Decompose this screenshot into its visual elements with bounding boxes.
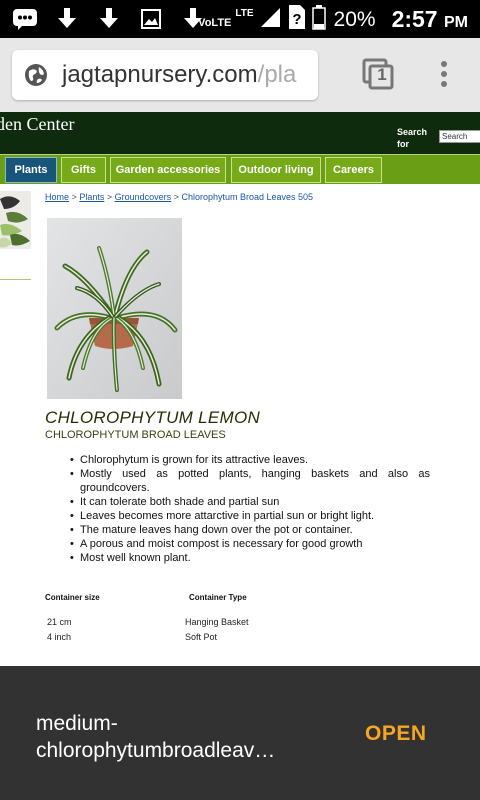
table-cell: 21 cm <box>47 617 72 627</box>
breadcrumb-plants[interactable]: Plants <box>79 192 104 202</box>
list-item: The mature leaves hang down over the pot… <box>70 523 430 537</box>
table-cell: 4 inch <box>47 632 72 642</box>
list-item: Most well known plant. <box>70 551 430 565</box>
status-bar: VoLTE LTE ? 20% 2:57 PM <box>0 0 480 38</box>
download-filename: medium-chlorophytumbroadleav… <box>36 712 276 762</box>
breadcrumb-groundcovers[interactable]: Groundcovers <box>115 192 172 202</box>
image-icon <box>138 6 164 32</box>
search-label-line-1: Search <box>397 127 428 137</box>
globe-icon <box>25 64 47 86</box>
site-brand[interactable]: den Center <box>0 114 74 135</box>
nav-item-outdoor-living[interactable]: Outdoor living <box>231 157 321 183</box>
sidebar-divider <box>0 279 31 280</box>
tab-count: 1 <box>377 65 387 84</box>
volte-label: VoLTE <box>198 17 232 29</box>
product-subtitle: CHLOROPHYTUM BROAD LEAVES <box>45 429 226 441</box>
battery-percentage: 20% <box>333 7 376 31</box>
url-text: jagtapnursery.com/pla <box>62 61 296 89</box>
search-label-line-2: for <box>397 139 409 149</box>
svg-text:?: ? <box>292 11 301 28</box>
nav-item-careers[interactable]: Careers <box>325 157 382 183</box>
main-nav: Plants Gifts Garden accessories Outdoor … <box>0 154 480 184</box>
list-item: A porous and moist compost is necessary … <box>70 537 430 551</box>
list-item: Mostly used as potted plants, hanging ba… <box>70 467 430 495</box>
download-icon <box>96 6 122 32</box>
chat-icon <box>12 6 38 32</box>
table-cell: Soft Pot <box>185 632 218 642</box>
list-item: Chlorophytum is grown for its attractive… <box>70 453 430 467</box>
breadcrumb-separator: > <box>173 192 179 202</box>
browser-toolbar: jagtapnursery.com/pla 1 <box>0 38 480 112</box>
breadcrumb: Home > Plants > Groundcovers > Chlorophy… <box>45 192 313 202</box>
download-icon <box>54 6 80 32</box>
product-features: Chlorophytum is grown for its attractive… <box>70 453 430 565</box>
download-snackbar: medium-chlorophytumbroadleav… OPEN <box>0 666 480 800</box>
product-image[interactable] <box>47 218 182 399</box>
url-bar[interactable]: jagtapnursery.com/pla <box>12 50 318 100</box>
battery-icon <box>311 4 326 35</box>
table-header-container-size: Container size <box>45 593 100 602</box>
product-title: CHLOROPHYTUM LEMON <box>45 408 261 427</box>
table-header-container-type: Container Type <box>189 593 247 602</box>
nav-item-plants[interactable]: Plants <box>5 157 57 183</box>
open-button[interactable]: OPEN <box>365 722 427 746</box>
unknown-sim-icon: ? <box>288 4 306 35</box>
breadcrumb-separator: > <box>71 192 77 202</box>
breadcrumb-current: Chlorophytum Broad Leaves 505 <box>181 192 314 202</box>
search-input[interactable]: Search <box>439 130 480 143</box>
clock: 2:57 PM <box>392 6 468 33</box>
list-item: Leaves becomes more attarctive in partia… <box>70 509 430 523</box>
signal-icon <box>260 5 282 34</box>
url-path: /pla <box>257 61 297 88</box>
search-label: Search for <box>397 126 427 150</box>
url-domain: jagtapnursery.com <box>62 61 258 88</box>
site-header: den Center Search for Search <box>0 112 480 154</box>
sidebar-thumbnail[interactable] <box>0 191 31 249</box>
list-item: It can tolerate both shade and partial s… <box>70 495 430 509</box>
clock-time: 2:57 <box>391 6 438 32</box>
overflow-menu-icon[interactable] <box>436 60 452 88</box>
lte-label: LTE <box>235 8 254 19</box>
breadcrumb-separator: > <box>106 192 113 202</box>
nav-item-gifts[interactable]: Gifts <box>61 157 106 183</box>
clock-ampm: PM <box>444 14 468 31</box>
table-cell: Hanging Basket <box>185 617 249 627</box>
breadcrumb-home[interactable]: Home <box>45 192 69 202</box>
nav-item-garden-accessories[interactable]: Garden accessories <box>110 157 226 183</box>
